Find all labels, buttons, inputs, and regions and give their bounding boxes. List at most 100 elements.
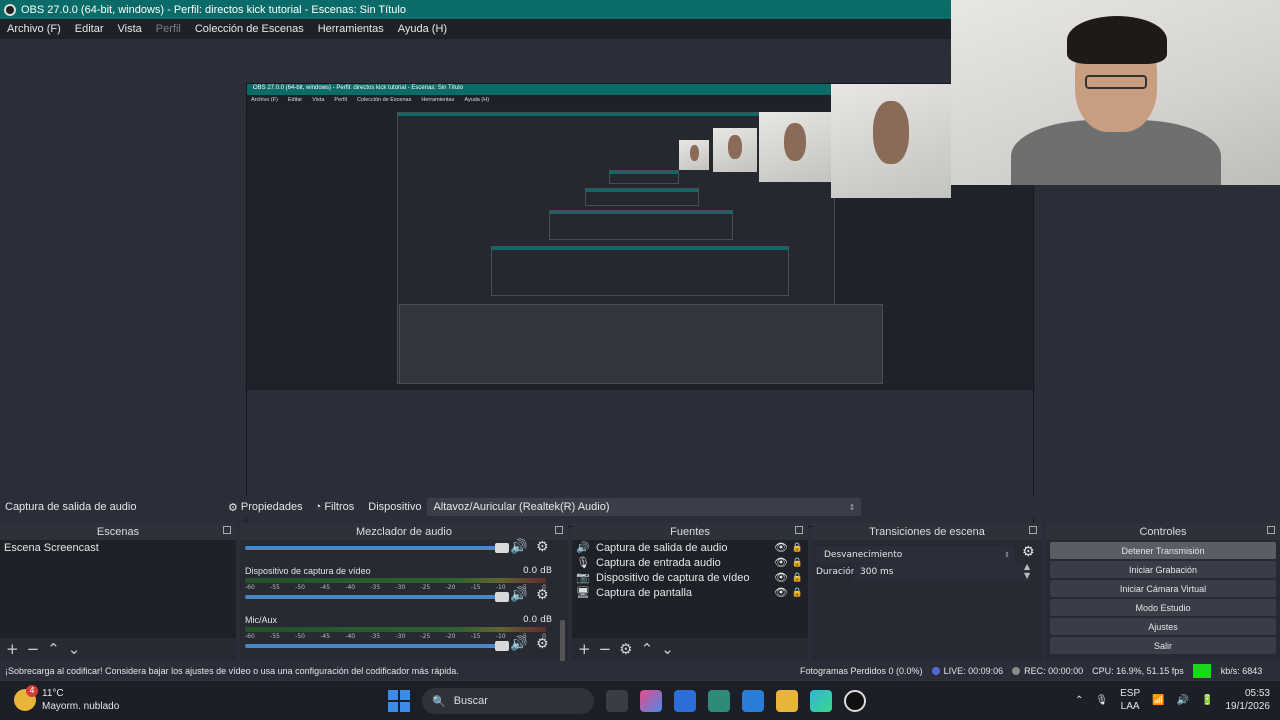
- volume-icon[interactable]: 🔊: [1177, 695, 1189, 706]
- source-item[interactable]: 🔊 Captura de salida de audio 👁 🔒: [572, 540, 808, 555]
- volume-slider[interactable]: [245, 592, 509, 602]
- title-bar: OBS 27.0.0 (64-bit, windows) - Perfil: d…: [0, 0, 952, 19]
- eye-icon[interactable]: 👁: [774, 571, 788, 584]
- mixer-scrollbar[interactable]: [560, 620, 565, 664]
- camera-icon: 📷: [576, 572, 590, 584]
- battery-icon[interactable]: 🔋: [1201, 695, 1213, 706]
- source-item[interactable]: 🎙 Captura de entrada audio 👁 🔒: [572, 555, 808, 570]
- lock-icon[interactable]: 🔒: [792, 587, 803, 598]
- menu-coleccion-escenas[interactable]: Colección de Escenas: [188, 23, 311, 35]
- language-indicator[interactable]: ESP LAA: [1120, 687, 1140, 713]
- move-down-icon[interactable]: ⌄: [68, 640, 81, 658]
- notification-badge: 4: [26, 685, 38, 697]
- taskbar: 4 11°C Mayorm. nublado 🔍 Buscar ⌃ 🎙 ESP …: [0, 680, 1280, 720]
- wifi-icon[interactable]: 📶: [1152, 695, 1164, 706]
- channel-name: Dispositivo de captura de vídeo: [245, 566, 371, 576]
- microphone-icon[interactable]: 🎙: [1095, 695, 1108, 706]
- menu-herramientas[interactable]: Herramientas: [311, 23, 391, 35]
- speaker-icon[interactable]: 🔊: [510, 636, 527, 652]
- task-view-icon[interactable]: [606, 690, 628, 712]
- gear-icon[interactable]: ⚙: [536, 636, 549, 652]
- taskbar-search[interactable]: 🔍 Buscar: [422, 688, 594, 714]
- volume-slider[interactable]: [245, 543, 509, 553]
- move-up-icon[interactable]: ⌃: [641, 640, 654, 658]
- store-icon[interactable]: [742, 690, 764, 712]
- weather-widget[interactable]: 4 11°C Mayorm. nublado: [14, 685, 119, 713]
- nested-webcam: [759, 112, 831, 182]
- lock-icon[interactable]: 🔒: [792, 557, 803, 568]
- studio-mode-button[interactable]: Modo Estudio: [1050, 599, 1276, 616]
- nested-webcam: [679, 140, 709, 170]
- lock-icon[interactable]: 🔒: [792, 572, 803, 583]
- scene-item[interactable]: Escena Screencast: [0, 540, 236, 555]
- monitor-icon: 🖥: [576, 587, 590, 599]
- gear-icon[interactable]: ⚙: [1022, 544, 1035, 560]
- eye-icon[interactable]: 👁: [774, 556, 788, 569]
- menu-ayuda[interactable]: Ayuda (H): [391, 23, 454, 35]
- scenes-dock: Escenas Escena Screencast + − ⌃ ⌄: [0, 523, 236, 660]
- gear-icon[interactable]: ⚙: [536, 539, 549, 555]
- edge-icon[interactable]: [810, 690, 832, 712]
- move-down-icon[interactable]: ⌄: [661, 640, 674, 658]
- gear-icon[interactable]: ⚙: [536, 587, 549, 603]
- meter-ticks: -60 -55 -50 -45 -40 -35 -30 -25 -20 -15 -10 -5 0: [245, 584, 546, 591]
- undock-icon[interactable]: [555, 526, 563, 534]
- lock-icon[interactable]: 🔒: [792, 542, 803, 553]
- source-item[interactable]: 🖥 Captura de pantalla 👁 🔒: [572, 585, 808, 600]
- undock-icon[interactable]: [1029, 526, 1037, 534]
- stop-streaming-button[interactable]: Detener Transmisión: [1050, 542, 1276, 559]
- volume-slider[interactable]: [245, 641, 509, 651]
- device-select[interactable]: Altavoz/Auricular (Realtek(R) Audio) ⇕: [427, 498, 862, 516]
- move-up-icon[interactable]: ⌃: [47, 640, 60, 658]
- chevron-up-icon[interactable]: ⌃: [1075, 695, 1083, 706]
- nested-frame: [491, 246, 789, 296]
- menu-archivo[interactable]: Archivo (F): [0, 23, 68, 35]
- undock-icon[interactable]: [1267, 526, 1275, 534]
- menu-vista[interactable]: Vista: [111, 23, 149, 35]
- speaker-icon[interactable]: 🔊: [510, 539, 527, 555]
- app-icon[interactable]: [708, 690, 730, 712]
- remove-icon[interactable]: −: [27, 640, 40, 658]
- obs-logo-icon: [4, 3, 16, 16]
- gear-icon[interactable]: ⚙: [619, 640, 632, 658]
- eye-icon[interactable]: 👁: [774, 541, 788, 554]
- spinner-icon[interactable]: ▲ ▼: [1024, 562, 1030, 580]
- windows-start-icon[interactable]: [388, 690, 410, 712]
- file-explorer-icon[interactable]: [776, 690, 798, 712]
- obs-taskbar-icon[interactable]: [844, 690, 866, 712]
- search-icon: 🔍: [432, 695, 446, 708]
- remove-icon[interactable]: −: [599, 640, 612, 658]
- menu-perfil: Perfil: [155, 23, 181, 35]
- duration-field[interactable]: 300 ms: [854, 564, 1030, 581]
- add-icon[interactable]: +: [6, 640, 19, 658]
- speaker-icon[interactable]: 🔊: [510, 587, 527, 603]
- clock[interactable]: 05:53 19/1/2026: [1226, 687, 1271, 713]
- dropbox-icon[interactable]: [674, 690, 696, 712]
- temperature: 11°C: [42, 688, 64, 699]
- undock-icon[interactable]: [223, 526, 231, 534]
- nested-frame: [549, 210, 733, 240]
- transition-select[interactable]: Desvanecimiento ⇕: [816, 546, 1014, 563]
- add-icon[interactable]: +: [578, 640, 591, 658]
- eye-icon[interactable]: 👁: [774, 586, 788, 599]
- menu-editar[interactable]: Editar: [68, 23, 111, 35]
- duration-label: Duración: [816, 567, 857, 577]
- audio-mixer-dock: Mezclador de audio 🔊 ⚙ Dispositivo de ca…: [240, 523, 568, 664]
- bitrate-status: kb/s: 6843: [1220, 665, 1263, 676]
- mixer-title: Mezclador de audio: [355, 525, 452, 538]
- properties-button[interactable]: ⚙ Propiedades: [222, 501, 309, 514]
- start-recording-button[interactable]: Iniciar Grabación: [1050, 561, 1276, 578]
- start-virtual-camera-button[interactable]: Iniciar Cámara Virtual: [1050, 580, 1276, 597]
- settings-button[interactable]: Ajustes: [1050, 618, 1276, 635]
- status-bar: ¡Sobrecarga al codificar! Considera baja…: [0, 661, 1280, 680]
- controls-dock: Controles Detener Transmisión Iniciar Gr…: [1046, 523, 1280, 660]
- mixer-channel: Mic/Aux 0.0 dB -60 -55 -50 -45 -40 -35 -30 -25-…: [244, 615, 552, 664]
- exit-button[interactable]: Salir: [1050, 637, 1276, 654]
- filters-button[interactable]: ◔ Filtros: [309, 501, 361, 513]
- dropped-frames: Fotogramas Perdidos 0 (0.0%): [800, 665, 923, 676]
- copilot-icon[interactable]: [640, 690, 662, 712]
- nested-frame: [609, 170, 679, 184]
- nested-webcam: [713, 128, 757, 172]
- source-item[interactable]: 📷 Dispositivo de captura de vídeo 👁 🔒: [572, 570, 808, 585]
- undock-icon[interactable]: [795, 526, 803, 534]
